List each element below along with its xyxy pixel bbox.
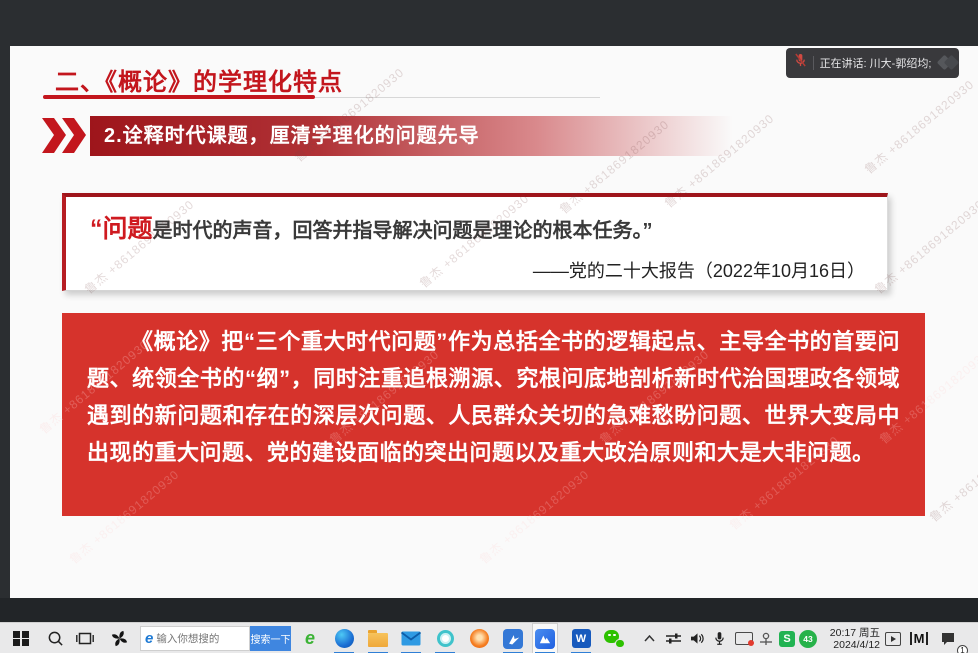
input-method-indicator[interactable]: M: [906, 623, 932, 653]
meeting-top-bar: [0, 0, 978, 46]
teal-ring-icon: [437, 630, 454, 647]
desktop: 正在讲话: 川大-郭绍均; 二、《概论》的学理化特点 2.诠释时代课题，厘清学理…: [0, 0, 978, 653]
action-center-button[interactable]: 1: [936, 623, 962, 653]
pill-divider: [813, 56, 814, 70]
chevron-up-icon: [644, 635, 655, 642]
edge-icon: [335, 629, 354, 648]
windows-taskbar: e 搜索一下 e: [0, 622, 978, 653]
quote-highlight: “问题: [90, 215, 153, 243]
tray-expand-button[interactable]: [638, 623, 660, 653]
folder-icon: [368, 633, 388, 647]
title-underline: [43, 95, 315, 99]
orange-swirl-icon: [470, 629, 489, 648]
watermark-text: 鲁杰 +8618691820930: [926, 424, 978, 526]
watermark-text: 鲁杰 +8618691820930: [861, 76, 978, 178]
green-count-badge: 43: [799, 630, 817, 648]
start-button[interactable]: [8, 623, 34, 653]
app-orange-browser[interactable]: [466, 623, 492, 653]
sliders-icon: [666, 632, 681, 645]
quote-line: “问题是时代的声音，回答并指导解决问题是理论的根本任务。”: [90, 209, 865, 245]
screen-share-icon: [735, 632, 753, 645]
clock-time: 20:17 周五: [830, 627, 880, 639]
word-icon: W: [572, 629, 591, 648]
title-rule-line: [315, 97, 600, 98]
body-paragraph: 《概论》把“三个重大时代问题”作为总括全书的逻辑起点、主导全书的首要问题、统领全…: [87, 323, 900, 471]
quote-box: “问题是时代的声音，回答并指导解决问题是理论的根本任务。” ——党的二十大报告（…: [62, 193, 888, 291]
windows-logo-icon: [13, 631, 29, 647]
presenter-pin-icon: [759, 632, 773, 646]
tray-screen-share[interactable]: [732, 623, 756, 653]
double-chevron-icon: [40, 116, 90, 156]
wechat-icon: [604, 629, 626, 649]
speaker-icon: [690, 632, 705, 645]
pinwheel-icon: [110, 629, 129, 648]
app-word[interactable]: W: [568, 623, 594, 653]
green-e-icon: e: [305, 628, 315, 649]
tray-media[interactable]: [882, 623, 904, 653]
tray-badge-app[interactable]: 43: [796, 623, 820, 653]
app-tencent-meeting[interactable]: [532, 623, 558, 653]
microphone-icon: [714, 631, 725, 646]
app-file-explorer[interactable]: [365, 623, 391, 653]
tray-presenter[interactable]: [756, 623, 776, 653]
meeting-logo-icon: [937, 55, 951, 71]
slide-title: 二、《概论》的学理化特点: [55, 62, 343, 97]
app-wechat[interactable]: [602, 623, 628, 653]
tray-s-app[interactable]: S: [776, 623, 798, 653]
meeting-bottom-strip: [0, 598, 978, 622]
green-s-icon: S: [779, 631, 795, 647]
notification-badge: 1: [957, 645, 968, 653]
tray-volume[interactable]: [686, 623, 708, 653]
tray-microphone[interactable]: [709, 623, 729, 653]
tencent-meeting-icon: [535, 629, 555, 649]
media-play-icon: [885, 632, 901, 646]
taskbar-web-searchbox[interactable]: e: [140, 626, 250, 651]
muted-mic-icon: [794, 53, 807, 73]
speaking-indicator[interactable]: 正在讲话: 川大-郭绍均;: [786, 48, 959, 78]
search-input[interactable]: [156, 633, 232, 645]
taskbar-clock[interactable]: 20:17 周五 2024/4/12: [820, 623, 880, 653]
slide-canvas: 二、《概论》的学理化特点 2.诠释时代课题，厘清学理化的问题先导 “问题是时代的…: [10, 46, 978, 598]
ie-blue-icon: e: [145, 630, 153, 647]
quote-text: 是时代的声音，回答并指导解决问题是理论的根本任务。”: [153, 220, 653, 242]
app-edge[interactable]: [331, 623, 357, 653]
quote-source: ——党的二十大报告（2022年10月16日）: [90, 257, 865, 283]
ime-letter: M: [914, 631, 925, 646]
taskbar-search-button[interactable]: [42, 623, 68, 653]
pinned-app-pinwheel[interactable]: [106, 623, 132, 653]
notification-icon: [941, 632, 957, 646]
app-ring[interactable]: [432, 623, 458, 653]
blue-bird-icon: [503, 629, 523, 649]
app-bird[interactable]: [500, 623, 526, 653]
app-green-browser[interactable]: e: [297, 623, 323, 653]
body-text-box: 《概论》把“三个重大时代问题”作为总括全书的逻辑起点、主导全书的首要问题、统领全…: [62, 313, 925, 516]
section-banner: 2.诠释时代课题，厘清学理化的问题先导: [90, 116, 746, 156]
task-view-button[interactable]: [72, 623, 98, 653]
speaking-text: 正在讲话: 川大-郭绍均;: [820, 55, 932, 71]
clock-date: 2024/4/12: [833, 639, 880, 651]
task-view-icon: [76, 631, 94, 646]
search-go-button[interactable]: 搜索一下: [250, 626, 291, 651]
tray-mixer[interactable]: [662, 623, 684, 653]
mail-icon: [401, 631, 421, 646]
search-icon: [47, 630, 64, 647]
app-mail[interactable]: [398, 623, 424, 653]
